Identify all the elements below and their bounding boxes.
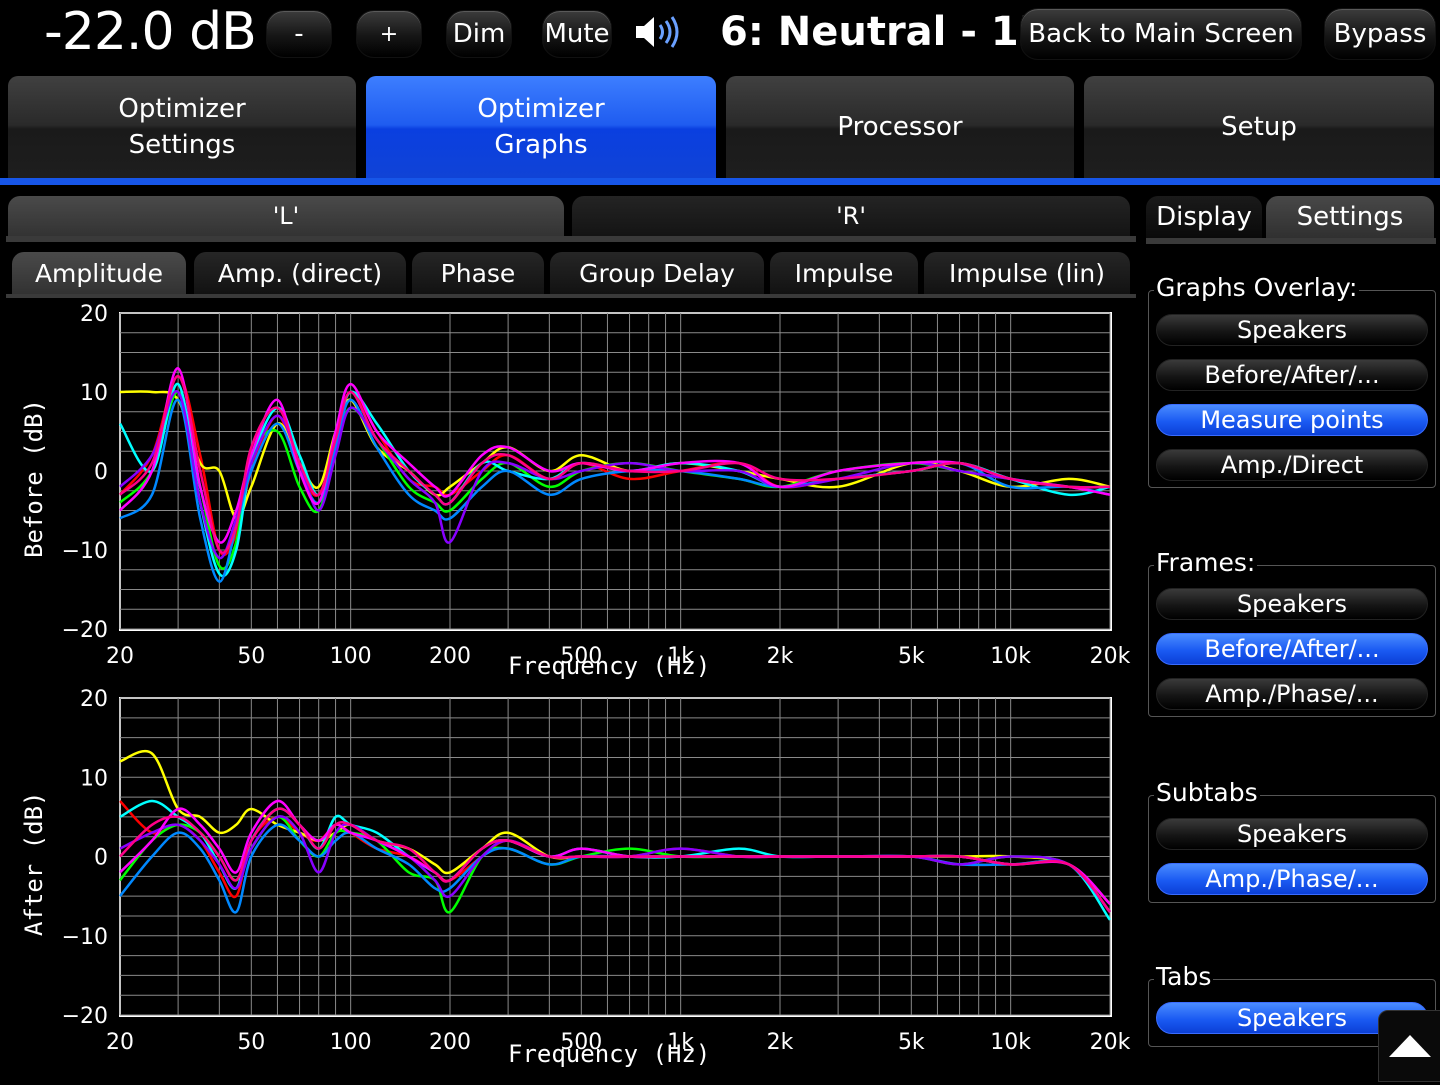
y-tick-label: −20 (62, 1004, 108, 1029)
x-axis-label: Frequency (Hz) (508, 1040, 711, 1068)
y-tick-label: 0 (94, 846, 108, 871)
subtabs-speakers-toggle[interactable]: Speakers (1156, 818, 1428, 850)
y-tick-label: 20 (80, 687, 108, 712)
x-tick-label: 100 (330, 1030, 372, 1055)
tab-label: Setup (1221, 112, 1297, 142)
x-tick-label: 50 (237, 1030, 265, 1055)
x-tick-label: 20k (1090, 1030, 1131, 1055)
divider (1146, 238, 1436, 244)
frames-amp-phase-toggle[interactable]: Amp./Phase/... (1156, 678, 1428, 710)
series-line-4 (119, 823, 1111, 914)
tab-display[interactable]: Display (1146, 196, 1262, 238)
frames-before-after-toggle[interactable]: Before/After/... (1156, 633, 1428, 665)
series-line-1 (119, 749, 1111, 905)
frames-label: Frames: (1154, 548, 1258, 577)
x-tick-label: 20 (106, 1030, 134, 1055)
overlay-amp-direct-toggle[interactable]: Amp./Direct (1156, 449, 1428, 481)
graphs-overlay-label: Graphs Overlay: (1154, 273, 1360, 302)
overlay-speakers-toggle[interactable]: Speakers (1156, 314, 1428, 346)
overlay-before-after-toggle[interactable]: Before/After/... (1156, 359, 1428, 391)
y-tick-label: −10 (62, 925, 108, 950)
x-tick-label: 200 (429, 1030, 471, 1055)
x-tick-label: 2k (767, 1030, 794, 1055)
overlay-measure-points-toggle[interactable]: Measure points (1156, 404, 1428, 436)
subtabs-amp-phase-toggle[interactable]: Amp./Phase/... (1156, 863, 1428, 895)
x-tick-label: 5k (898, 1030, 925, 1055)
frames-speakers-toggle[interactable]: Speakers (1156, 588, 1428, 620)
y-axis-label: After (dB) (20, 791, 48, 937)
tabs-label: Tabs (1154, 962, 1214, 991)
subtabs-label: Subtabs (1154, 778, 1260, 807)
scroll-up-button[interactable] (1378, 1010, 1440, 1082)
bypass-button[interactable]: Bypass (1324, 8, 1436, 60)
after-plot-svg: 20 50 100 200 500 1k 2k 5k 10k 20k20100−10−20 (62, 687, 1131, 1055)
y-tick-label: 10 (80, 766, 108, 791)
x-tick-label: 10k (990, 1030, 1031, 1055)
arrow-up-icon (1389, 1035, 1431, 1057)
tab-settings[interactable]: Settings (1266, 196, 1434, 238)
